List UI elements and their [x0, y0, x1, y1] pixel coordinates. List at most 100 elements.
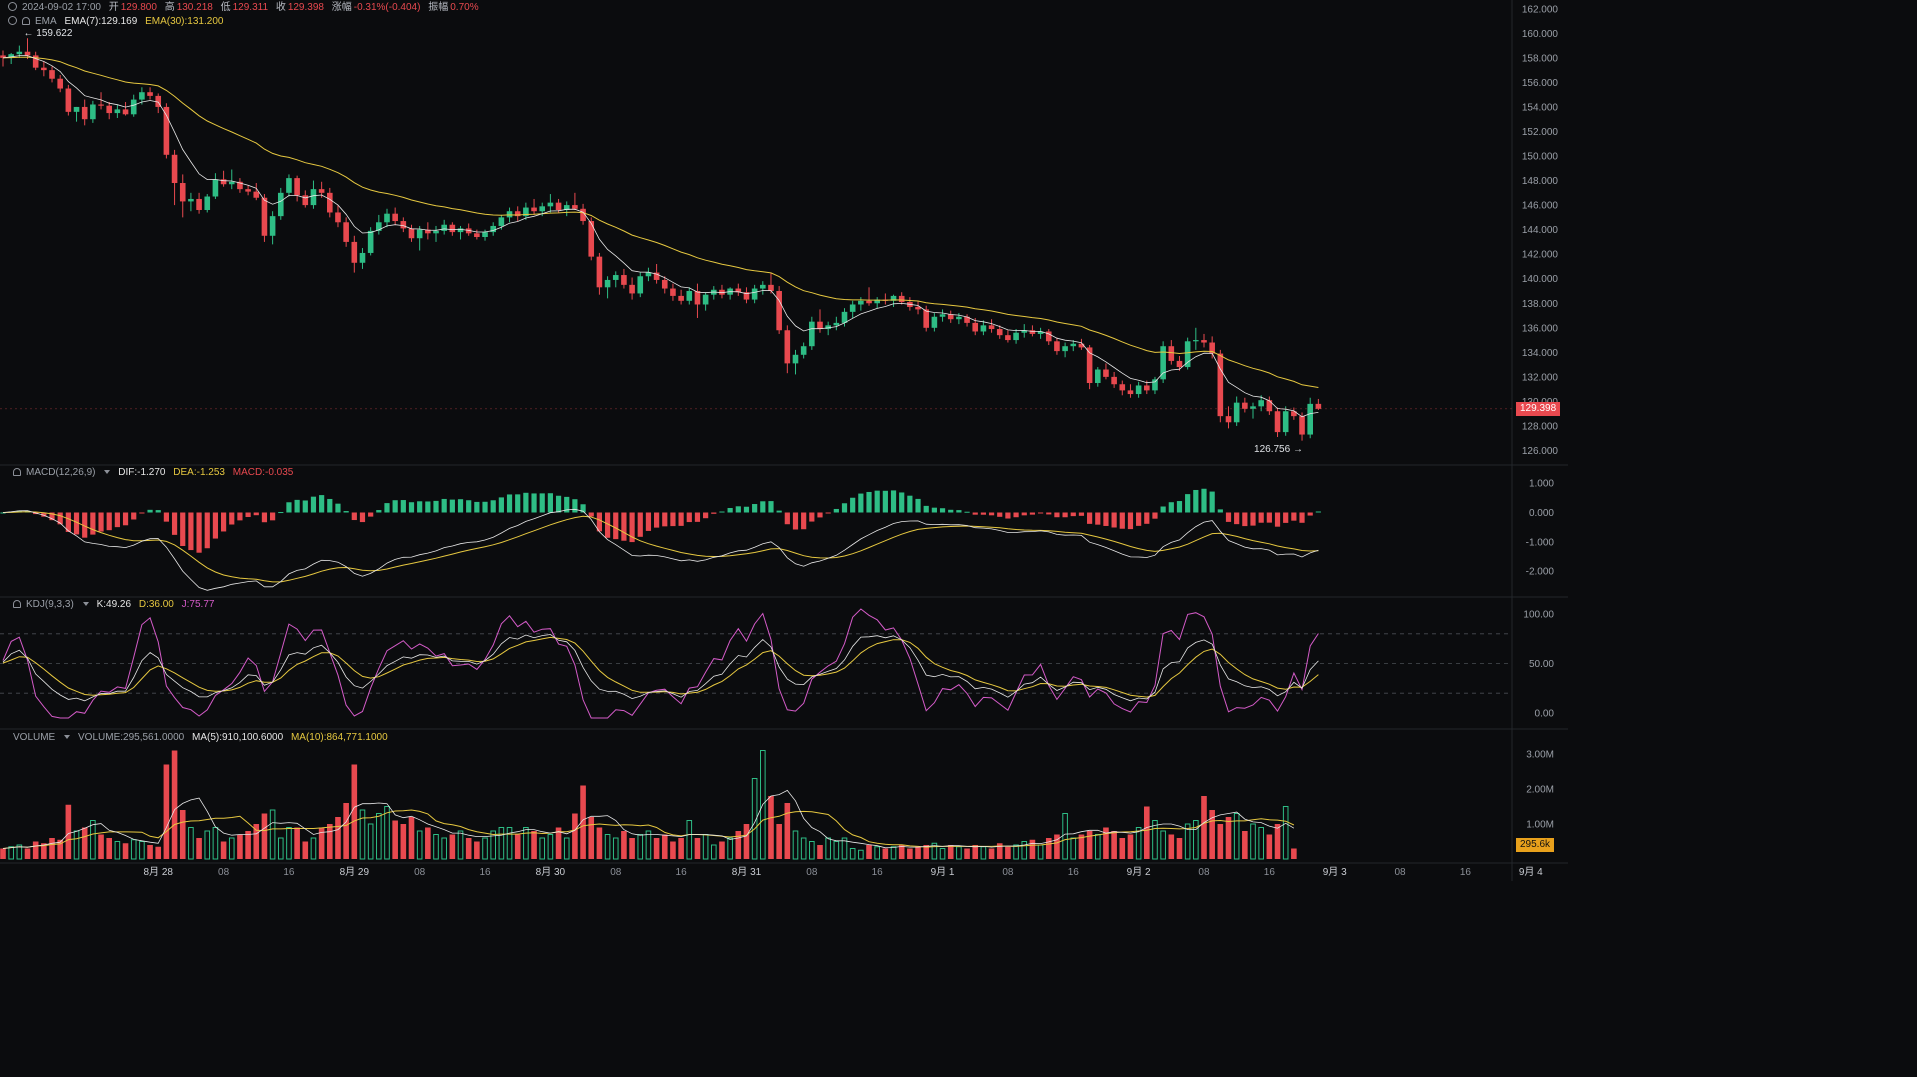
kdj-name[interactable]: KDJ(9,3,3): [26, 599, 74, 610]
candle-body[interactable]: [817, 321, 823, 330]
candle-body[interactable]: [596, 256, 603, 288]
candle-body[interactable]: [204, 196, 211, 211]
candle-body[interactable]: [65, 88, 72, 112]
candle-body[interactable]: [400, 221, 407, 229]
candle-body[interactable]: [1135, 385, 1142, 395]
candle-body[interactable]: [858, 300, 864, 305]
candle-body[interactable]: [1005, 335, 1011, 341]
candle-body[interactable]: [898, 295, 905, 303]
candle-body[interactable]: [629, 284, 635, 294]
candle-body[interactable]: [531, 207, 537, 212]
candle-body[interactable]: [228, 181, 235, 185]
candle-body[interactable]: [1168, 346, 1175, 361]
candle-body[interactable]: [261, 197, 268, 236]
candle-body[interactable]: [147, 92, 153, 96]
candle-body[interactable]: [433, 230, 439, 234]
candle-body[interactable]: [776, 290, 782, 331]
candle-body[interactable]: [809, 321, 815, 347]
volume-name[interactable]: VOLUME: [13, 732, 55, 743]
candle-body[interactable]: [939, 314, 946, 317]
candle-body[interactable]: [645, 272, 652, 277]
candle-body[interactable]: [1144, 385, 1150, 391]
candle-body[interactable]: [343, 222, 349, 242]
candle-body[interactable]: [694, 290, 701, 305]
candle-body[interactable]: [1266, 400, 1273, 412]
candle-body[interactable]: [972, 322, 979, 332]
candle-body[interactable]: [866, 300, 872, 304]
candle-body[interactable]: [16, 51, 23, 55]
candle-body[interactable]: [670, 288, 676, 296]
candle-body[interactable]: [612, 275, 619, 280]
candle-body[interactable]: [555, 202, 562, 211]
candle-body[interactable]: [1299, 416, 1305, 435]
candle-body[interactable]: [139, 92, 145, 100]
candle-body[interactable]: [1127, 390, 1134, 395]
candle-body[interactable]: [196, 198, 202, 211]
candle-body[interactable]: [1217, 353, 1224, 417]
candle-body[interactable]: [457, 228, 464, 233]
chevron-down-icon[interactable]: [64, 735, 71, 739]
candle-body[interactable]: [637, 276, 644, 294]
candle-body[interactable]: [1193, 340, 1199, 342]
ema-label[interactable]: EMA: [35, 16, 57, 27]
candle-body[interactable]: [318, 189, 325, 193]
candles[interactable]: [0, 38, 1322, 441]
candle-body[interactable]: [130, 99, 137, 115]
candle-body[interactable]: [1054, 341, 1060, 352]
candle-body[interactable]: [171, 154, 178, 184]
candle-body[interactable]: [81, 106, 88, 120]
alert-bell-icon[interactable]: [22, 17, 30, 25]
alert-bell-icon[interactable]: [13, 600, 21, 608]
candle-body[interactable]: [474, 233, 480, 238]
candle-body[interactable]: [327, 192, 333, 213]
candle-body[interactable]: [408, 228, 415, 239]
candle-body[interactable]: [384, 213, 390, 223]
candle-body[interactable]: [800, 346, 807, 355]
candle-body[interactable]: [833, 322, 840, 326]
candle-body[interactable]: [686, 290, 693, 301]
candle-body[interactable]: [114, 109, 121, 114]
candle-body[interactable]: [351, 241, 358, 263]
candle-body[interactable]: [621, 275, 627, 285]
candle-body[interactable]: [956, 316, 962, 320]
candle-body[interactable]: [1176, 360, 1183, 368]
candle-body[interactable]: [1160, 346, 1166, 380]
candle-body[interactable]: [482, 232, 488, 238]
candle-body[interactable]: [1094, 369, 1101, 384]
candle-body[interactable]: [1070, 343, 1077, 347]
candle-body[interactable]: [768, 284, 774, 291]
candle-body[interactable]: [367, 230, 374, 253]
candle-body[interactable]: [277, 192, 284, 217]
candle-body[interactable]: [1315, 403, 1322, 409]
candle-body[interactable]: [1282, 411, 1289, 433]
candle-body[interactable]: [604, 279, 611, 288]
candle-body[interactable]: [661, 279, 668, 289]
candle-body[interactable]: [106, 105, 113, 114]
candle-body[interactable]: [1111, 376, 1117, 385]
candle-body[interactable]: [1233, 402, 1240, 423]
visibility-icon[interactable]: [8, 2, 17, 11]
candle-body[interactable]: [849, 304, 856, 312]
candle-body[interactable]: [302, 195, 309, 206]
candle-body[interactable]: [98, 104, 104, 106]
candle-body[interactable]: [702, 294, 709, 305]
candle-body[interactable]: [1201, 340, 1207, 343]
candle-body[interactable]: [1250, 406, 1256, 409]
chevron-down-icon[interactable]: [104, 470, 111, 474]
candle-body[interactable]: [572, 205, 578, 209]
candle-body[interactable]: [1152, 379, 1158, 391]
candle-body[interactable]: [212, 179, 219, 197]
candle-body[interactable]: [253, 191, 260, 198]
candle-body[interactable]: [416, 229, 423, 239]
candle-body[interactable]: [449, 224, 456, 233]
candle-body[interactable]: [1103, 369, 1109, 377]
candle-body[interactable]: [784, 330, 791, 364]
candle-body[interactable]: [1013, 332, 1019, 341]
visibility-icon[interactable]: [8, 16, 17, 25]
trading-chart[interactable]: 126.000128.000130.000132.000134.000136.0…: [0, 0, 1568, 881]
candle-body[interactable]: [269, 216, 276, 236]
candle-body[interactable]: [122, 109, 129, 115]
candle-body[interactable]: [245, 189, 251, 192]
candle-body[interactable]: [179, 183, 186, 202]
macd-name[interactable]: MACD(12,26,9): [26, 467, 95, 478]
